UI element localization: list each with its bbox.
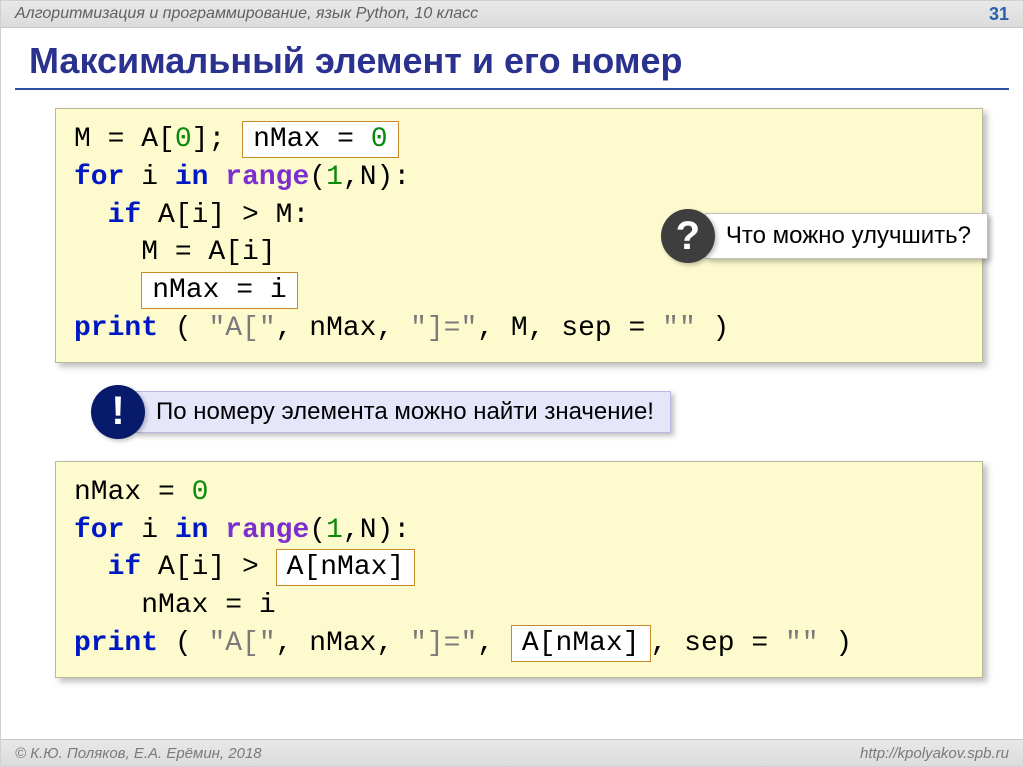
footer-left: © К.Ю. Поляков, Е.А. Ерёмин, 2018 xyxy=(15,745,262,762)
note-text: По номеру элемента можно найти значение! xyxy=(135,391,671,433)
header-bar: Алгоритмизация и программирование, язык … xyxy=(1,1,1023,28)
code-line: for i in range(1,N): xyxy=(74,512,964,550)
code-line: nMax = i xyxy=(74,272,964,310)
question-callout: ? Что можно улучшить? xyxy=(661,209,988,263)
title-underline xyxy=(15,88,1009,90)
header-left: Алгоритмизация и программирование, язык … xyxy=(15,5,478,23)
code-line: M = A[0]; nMax = 0 xyxy=(74,121,964,159)
question-icon: ? xyxy=(661,209,715,263)
code-line: for i in range(1,N): xyxy=(74,159,964,197)
highlight-box-anmax-2: A[nMax] xyxy=(511,625,651,662)
footer-bar: © К.Ю. Поляков, Е.А. Ерёмин, 2018 http:/… xyxy=(1,739,1023,766)
footer-right: http://kpolyakov.spb.ru xyxy=(860,745,1009,762)
code-line: nMax = i xyxy=(74,587,964,625)
code-line: nMax = 0 xyxy=(74,474,964,512)
highlight-box-anmax-1: A[nMax] xyxy=(276,549,416,586)
slide: Алгоритмизация и программирование, язык … xyxy=(0,0,1024,767)
code-block-2: nMax = 0 for i in range(1,N): if A[i] > … xyxy=(55,461,983,678)
code-line: if A[i] > A[nMax] xyxy=(74,549,964,587)
note-callout: ! По номеру элемента можно найти значени… xyxy=(91,385,1023,439)
exclamation-icon: ! xyxy=(91,385,145,439)
code-block-1: M = A[0]; nMax = 0 for i in range(1,N): … xyxy=(55,108,983,363)
code-line: print ( "A[", nMax, "]=", A[nMax], sep =… xyxy=(74,625,964,663)
code-line: print ( "A[", nMax, "]=", M, sep = "" ) xyxy=(74,310,964,348)
question-text: Что можно улучшить? xyxy=(705,213,988,259)
highlight-box-nmax-i: nMax = i xyxy=(141,272,297,309)
page-number: 31 xyxy=(989,4,1009,25)
page-title: Максимальный элемент и его номер xyxy=(1,28,1023,86)
